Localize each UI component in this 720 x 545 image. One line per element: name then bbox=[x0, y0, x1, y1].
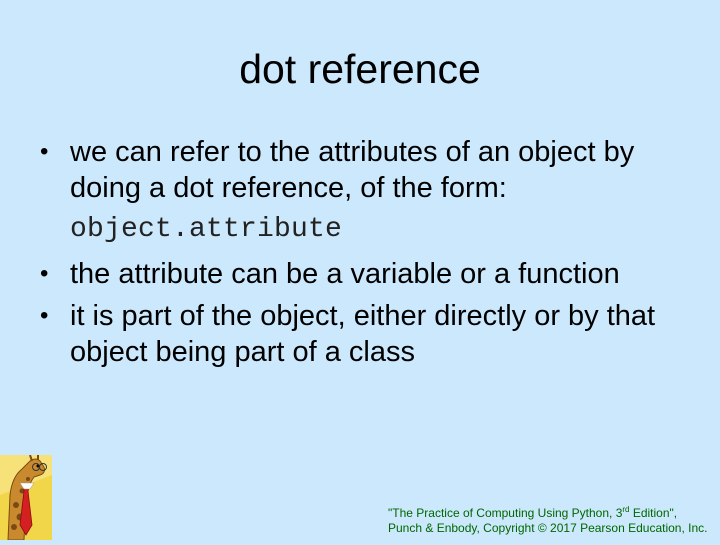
bullet-text: the attribute can be a variable or a fun… bbox=[70, 258, 620, 290]
bullet-list: • we can refer to the attributes of an o… bbox=[40, 134, 700, 376]
bullet-item: • it is part of the object, either direc… bbox=[40, 298, 700, 370]
copyright-footer: "The Practice of Computing Using Python,… bbox=[388, 506, 707, 536]
code-example: object.attribute bbox=[70, 214, 343, 245]
footer-line-1: "The Practice of Computing Using Python,… bbox=[388, 506, 707, 521]
bullet-item: • the attribute can be a variable or a f… bbox=[40, 256, 700, 292]
slide: dot reference • we can refer to the attr… bbox=[0, 0, 720, 541]
bullet-marker: • bbox=[40, 302, 49, 329]
footer-text: Edition", bbox=[629, 506, 678, 520]
bullet-marker: • bbox=[40, 138, 49, 165]
bullet-text: we can refer to the attributes of an obj… bbox=[70, 136, 635, 204]
slide-title: dot reference bbox=[239, 46, 481, 92]
bullet-item: • we can refer to the attributes of an o… bbox=[40, 134, 700, 250]
footer-line-2: Punch & Enbody, Copyright © 2017 Pearson… bbox=[388, 521, 708, 535]
footer-text: "The Practice of Computing Using Python,… bbox=[388, 506, 623, 520]
bullet-text: it is part of the object, either directl… bbox=[70, 300, 656, 368]
footer-superscript: rd bbox=[622, 505, 630, 514]
bullet-marker: • bbox=[40, 260, 49, 287]
giraffe-logo-icon bbox=[0, 454, 52, 541]
